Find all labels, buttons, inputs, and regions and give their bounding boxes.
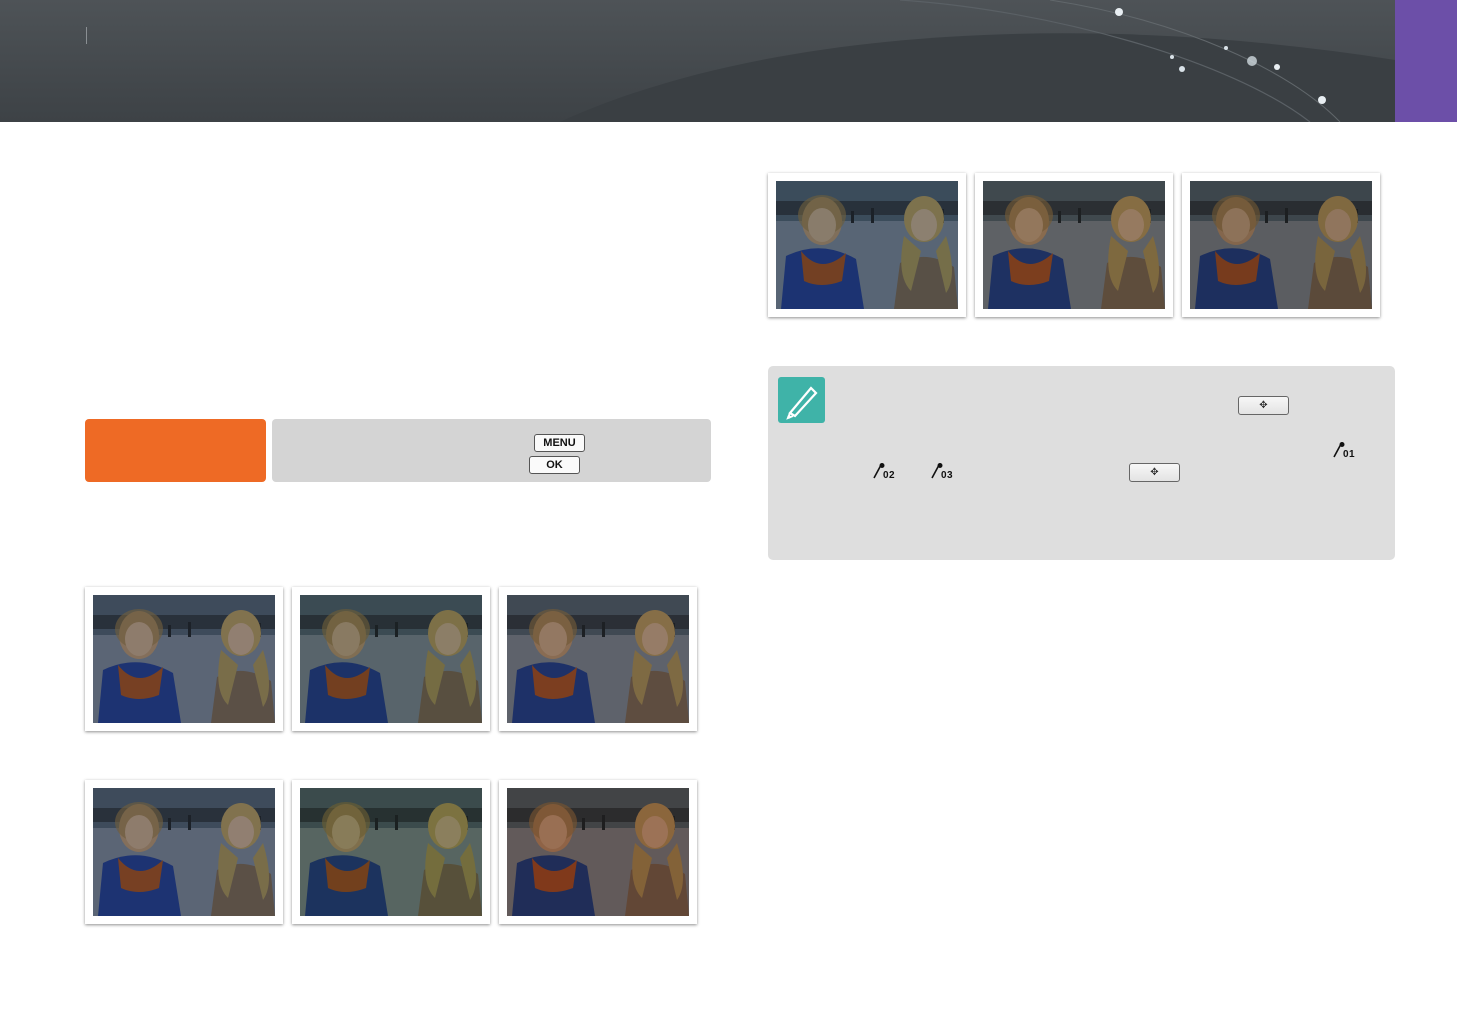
header-decoration (560, 0, 1395, 122)
sample-photo (85, 780, 283, 924)
page-header (0, 0, 1395, 122)
sample-photo-image (300, 788, 482, 916)
sample-photo (768, 173, 966, 317)
breadcrumb-divider (86, 27, 87, 44)
brush-number: 01 (1343, 449, 1356, 460)
sample-photo (292, 587, 490, 731)
sample-photo (85, 587, 283, 731)
sample-photo (1182, 173, 1380, 317)
sample-photo (292, 780, 490, 924)
sample-photo-image (776, 181, 958, 309)
mode-label (85, 419, 266, 482)
dial-arrows-icon: ✥ (1129, 463, 1180, 482)
menu-key: MENU (534, 434, 585, 452)
chapter-tab[interactable] (1395, 0, 1457, 122)
brush-number: 03 (941, 470, 954, 481)
sample-photo-image (507, 788, 689, 916)
instruction-panel: MENU OK (272, 419, 711, 482)
sample-photo-image (93, 595, 275, 723)
sample-photo-image (983, 181, 1165, 309)
brush-number: 02 (883, 470, 896, 481)
sample-photo (499, 780, 697, 924)
sample-photo-image (507, 595, 689, 723)
ok-key: OK (529, 456, 580, 474)
dial-arrows-icon: ✥ (1238, 396, 1289, 415)
sample-photo-image (1190, 181, 1372, 309)
sample-photo (975, 173, 1173, 317)
sample-photo-image (300, 595, 482, 723)
pen-nib-icon (778, 377, 825, 423)
sample-photo (499, 587, 697, 731)
sample-photo-image (93, 788, 275, 916)
note-box: ✥ ✥ 01 02 03 (768, 366, 1395, 560)
